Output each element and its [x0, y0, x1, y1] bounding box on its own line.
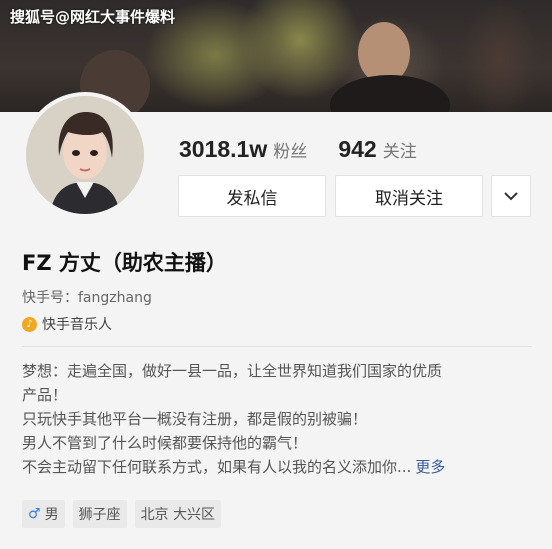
location-label: 北京 大兴区: [140, 507, 216, 523]
followers-count: 3018.1w: [179, 136, 268, 162]
unfollow-button[interactable]: 取消关注: [335, 175, 483, 217]
male-icon: ♂: [28, 506, 41, 522]
more-options-button[interactable]: [491, 175, 531, 217]
gender-label: 男: [44, 507, 59, 523]
profile-bio: 梦想：走遍全国，做好一县一品，让全世界知道我们国家的优质 产品！ 只玩快手其他平…: [22, 359, 537, 479]
bio-line: 产品！: [22, 386, 68, 404]
watermark: 搜狐号@网红大事件爆料: [10, 8, 176, 26]
musician-badge: ♪ 快手音乐人: [22, 314, 112, 334]
following-label: 关注: [382, 142, 417, 162]
profile-stats: 3018.1w 粉丝 942 关注: [179, 136, 417, 166]
following-count: 942: [338, 136, 377, 162]
avatar[interactable]: [22, 92, 148, 218]
user-id: 快手号：fangzhang: [22, 290, 152, 306]
badge-label: 快手音乐人: [42, 317, 112, 333]
zodiac-tag: 狮子座: [72, 500, 127, 528]
music-note-icon: ♪: [22, 316, 37, 332]
zodiac-label: 狮子座: [78, 507, 121, 523]
divider: [22, 346, 532, 347]
followers-label: 粉丝: [273, 142, 308, 162]
bio-line: 男人不管到了什么时候都要保持他的霸气！: [22, 434, 308, 452]
location-tag: 北京 大兴区: [134, 500, 222, 528]
chevron-down-icon: [503, 186, 519, 206]
profile-tags: ♂ 男 狮子座 北京 大兴区: [22, 500, 222, 528]
more-link[interactable]: 更多: [415, 458, 445, 476]
profile-name: FZ 方丈（助农主播）: [22, 251, 227, 275]
gender-tag: ♂ 男: [22, 500, 65, 528]
unfollow-button-label: 取消关注: [375, 188, 443, 209]
message-button-label: 发私信: [226, 188, 278, 209]
bio-line: 不会主动留下任何联系方式，如果有人以我的名义添加你...: [22, 458, 412, 476]
bio-line: 梦想：走遍全国，做好一县一品，让全世界知道我们国家的优质: [22, 362, 443, 380]
bio-line: 只玩快手其他平台一概没有注册，都是假的别被骗！: [22, 410, 368, 428]
avatar-illustration: [26, 96, 144, 214]
bio-line-last: 不会主动留下任何联系方式，如果有人以我的名义添加你... 更多: [22, 455, 537, 479]
message-button[interactable]: 发私信: [178, 175, 326, 217]
